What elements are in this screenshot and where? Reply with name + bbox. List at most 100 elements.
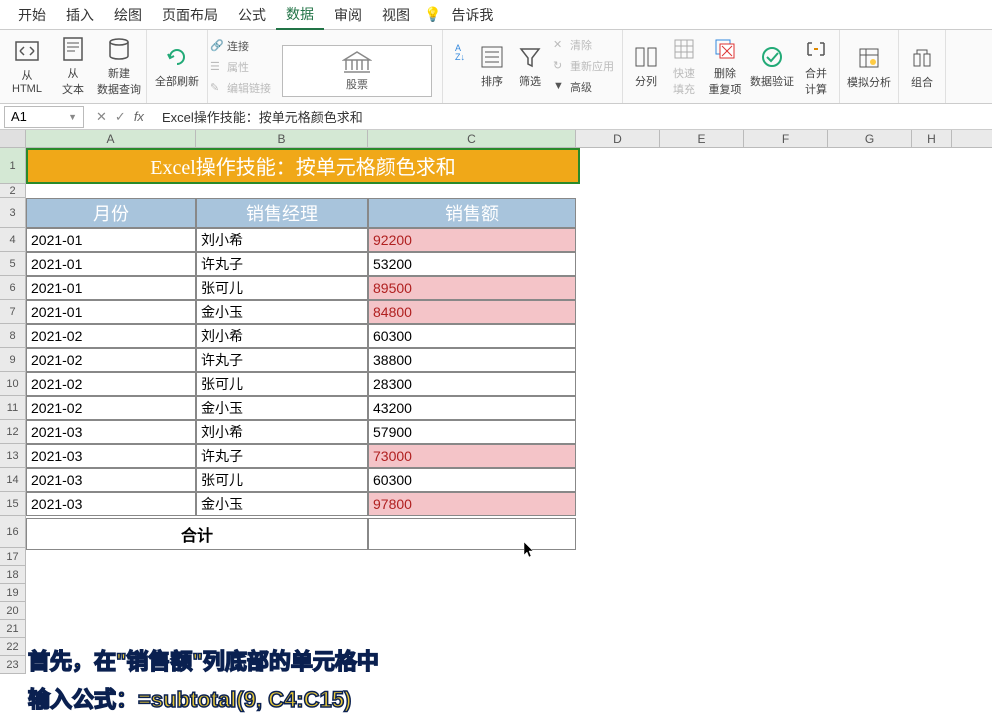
fx-icon[interactable]: fx xyxy=(134,109,144,125)
clear-button[interactable]: ✕清除 xyxy=(551,35,616,55)
cell-month[interactable]: 2021-01 xyxy=(26,300,196,324)
header-sales[interactable]: 销售额 xyxy=(368,198,576,228)
row-header-6[interactable]: 6 xyxy=(0,276,25,300)
row-header-13[interactable]: 13 xyxy=(0,444,25,468)
cell-manager[interactable]: 金小玉 xyxy=(196,396,368,420)
cell-sales[interactable]: 89500 xyxy=(368,276,576,300)
cell-manager[interactable]: 刘小希 xyxy=(196,228,368,252)
cell-month[interactable]: 2021-03 xyxy=(26,468,196,492)
tell-me[interactable]: 告诉我 xyxy=(441,1,503,29)
row-header-3[interactable]: 3 xyxy=(0,198,25,228)
row-header-11[interactable]: 11 xyxy=(0,396,25,420)
col-header-B[interactable]: B xyxy=(196,130,368,147)
row-header-16[interactable]: 16 xyxy=(0,516,25,548)
cell-month[interactable]: 2021-02 xyxy=(26,324,196,348)
row-header-23[interactable]: 23 xyxy=(0,656,25,674)
spreadsheet-grid[interactable]: A B C D E F G H 123456789101112131415161… xyxy=(0,130,992,674)
refresh-all-button[interactable]: 全部刷新 xyxy=(153,31,201,101)
what-if-button[interactable]: 模拟分析 xyxy=(846,32,892,101)
cell-manager[interactable]: 许丸子 xyxy=(196,444,368,468)
data-validation-button[interactable]: 数据验证 xyxy=(749,31,795,101)
cancel-icon[interactable]: ✕ xyxy=(96,109,107,125)
col-header-E[interactable]: E xyxy=(660,130,744,147)
cell-sales[interactable]: 97800 xyxy=(368,492,576,516)
cell-sales[interactable]: 53200 xyxy=(368,252,576,276)
cell-sales[interactable]: 28300 xyxy=(368,372,576,396)
group-button[interactable]: 组合 xyxy=(905,32,939,101)
tab-view[interactable]: 视图 xyxy=(372,1,420,29)
col-header-F[interactable]: F xyxy=(744,130,828,147)
row-header-17[interactable]: 17 xyxy=(0,548,25,566)
row-header-18[interactable]: 18 xyxy=(0,566,25,584)
col-header-G[interactable]: G xyxy=(828,130,912,147)
cell-manager[interactable]: 刘小希 xyxy=(196,420,368,444)
row-header-4[interactable]: 4 xyxy=(0,228,25,252)
row-header-21[interactable]: 21 xyxy=(0,620,25,638)
tab-home[interactable]: 开始 xyxy=(8,1,56,29)
advanced-button[interactable]: ▼高级 xyxy=(551,77,616,97)
tab-draw[interactable]: 绘图 xyxy=(104,1,152,29)
row-header-15[interactable]: 15 xyxy=(0,492,25,516)
cell-sales[interactable]: 60300 xyxy=(368,468,576,492)
flash-fill-button[interactable]: 快速 填充 xyxy=(667,31,701,101)
cell-sales[interactable]: 57900 xyxy=(368,420,576,444)
sort-button[interactable]: 排序 xyxy=(475,31,509,101)
cell-manager[interactable]: 许丸子 xyxy=(196,348,368,372)
cell-month[interactable]: 2021-01 xyxy=(26,252,196,276)
consolidate-button[interactable]: 合并 计算 xyxy=(799,31,833,101)
cell-manager[interactable]: 张可儿 xyxy=(196,468,368,492)
tab-formulas[interactable]: 公式 xyxy=(228,1,276,29)
reapply-button[interactable]: ↻重新应用 xyxy=(551,56,616,76)
row-header-8[interactable]: 8 xyxy=(0,324,25,348)
row-header-1[interactable]: 1 xyxy=(0,148,25,184)
cell-manager[interactable]: 金小玉 xyxy=(196,300,368,324)
cell-month[interactable]: 2021-02 xyxy=(26,372,196,396)
remove-duplicates-button[interactable]: 删除 重复项 xyxy=(705,31,745,101)
cell-month[interactable]: 2021-03 xyxy=(26,420,196,444)
tab-page-layout[interactable]: 页面布局 xyxy=(152,1,228,29)
cell-manager[interactable]: 金小玉 xyxy=(196,492,368,516)
row-header-14[interactable]: 14 xyxy=(0,468,25,492)
tab-data[interactable]: 数据 xyxy=(276,0,324,30)
sort-az-button[interactable]: AZ↓ xyxy=(449,31,471,101)
col-header-C[interactable]: C xyxy=(368,130,576,147)
cell-manager[interactable]: 刘小希 xyxy=(196,324,368,348)
tab-insert[interactable]: 插入 xyxy=(56,1,104,29)
cell-month[interactable]: 2021-03 xyxy=(26,444,196,468)
row-header-2[interactable]: 2 xyxy=(0,184,25,198)
edit-links-button[interactable]: ✎编辑链接 xyxy=(208,78,273,98)
cell-sales[interactable]: 38800 xyxy=(368,348,576,372)
row-header-10[interactable]: 10 xyxy=(0,372,25,396)
row-header-5[interactable]: 5 xyxy=(0,252,25,276)
cell-sales[interactable]: 60300 xyxy=(368,324,576,348)
cell-month[interactable]: 2021-01 xyxy=(26,228,196,252)
tab-review[interactable]: 审阅 xyxy=(324,1,372,29)
cell-manager[interactable]: 张可儿 xyxy=(196,276,368,300)
from-text-button[interactable]: 从 文本 xyxy=(52,31,94,101)
row-header-7[interactable]: 7 xyxy=(0,300,25,324)
total-value-cell[interactable] xyxy=(368,518,576,550)
cell-sales[interactable]: 92200 xyxy=(368,228,576,252)
cell-month[interactable]: 2021-01 xyxy=(26,276,196,300)
cell-month[interactable]: 2021-02 xyxy=(26,396,196,420)
row-header-9[interactable]: 9 xyxy=(0,348,25,372)
from-html-button[interactable]: 从 HTML xyxy=(6,31,48,101)
stocks-button[interactable]: 股票 xyxy=(282,45,432,97)
row-header-12[interactable]: 12 xyxy=(0,420,25,444)
cell-sales[interactable]: 73000 xyxy=(368,444,576,468)
cell-month[interactable]: 2021-02 xyxy=(26,348,196,372)
cell-manager[interactable]: 张可儿 xyxy=(196,372,368,396)
text-to-columns-button[interactable]: 分列 xyxy=(629,31,663,101)
row-header-22[interactable]: 22 xyxy=(0,638,25,656)
cell-month[interactable]: 2021-03 xyxy=(26,492,196,516)
new-query-button[interactable]: 新建 数据查询 xyxy=(98,31,140,101)
name-box[interactable]: A1 ▼ xyxy=(4,106,84,128)
col-header-H[interactable]: H xyxy=(912,130,952,147)
row-header-19[interactable]: 19 xyxy=(0,584,25,602)
select-all-corner[interactable] xyxy=(0,130,26,147)
col-header-A[interactable]: A xyxy=(26,130,196,147)
filter-button[interactable]: 筛选 xyxy=(513,31,547,101)
header-month[interactable]: 月份 xyxy=(26,198,196,228)
header-manager[interactable]: 销售经理 xyxy=(196,198,368,228)
properties-button[interactable]: ☰属性 xyxy=(208,57,273,77)
